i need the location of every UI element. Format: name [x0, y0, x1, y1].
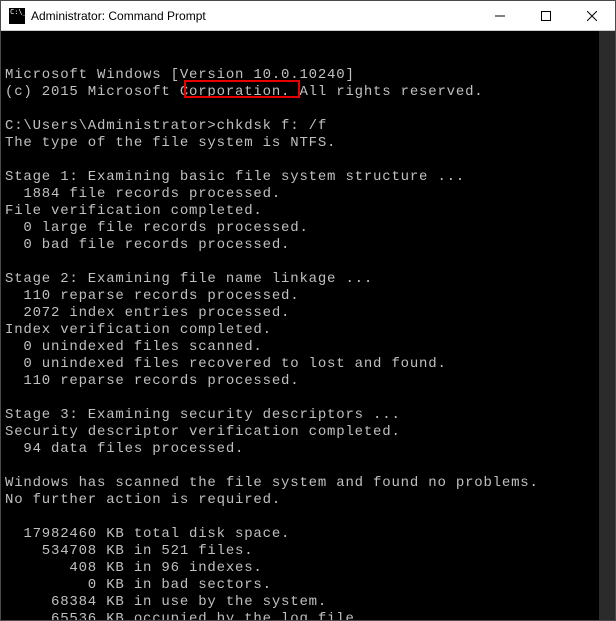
terminal-line: Stage 1: Examining basic file system str…	[5, 169, 615, 186]
terminal-line: 68384 KB in use by the system.	[5, 594, 615, 611]
terminal-line: Security descriptor verification complet…	[5, 424, 615, 441]
terminal-line: 110 reparse records processed.	[5, 288, 615, 305]
terminal-line	[5, 152, 615, 169]
maximize-button[interactable]	[523, 1, 569, 30]
prompt: C:\Users\Administrator>	[5, 118, 217, 134]
cmd-icon	[9, 8, 25, 24]
terminal-line: 110 reparse records processed.	[5, 373, 615, 390]
terminal-line: Stage 2: Examining file name linkage ...	[5, 271, 615, 288]
terminal-line: 0 unindexed files scanned.	[5, 339, 615, 356]
window-title: Administrator: Command Prompt	[31, 9, 477, 23]
terminal-line: 408 KB in 96 indexes.	[5, 560, 615, 577]
terminal-line	[5, 101, 615, 118]
terminal-line: Microsoft Windows [Version 10.0.10240]	[5, 67, 615, 84]
terminal-line: Windows has scanned the file system and …	[5, 475, 615, 492]
terminal-line: 0 bad file records processed.	[5, 237, 615, 254]
terminal-line: Stage 3: Examining security descriptors …	[5, 407, 615, 424]
terminal-line: 65536 KB occupied by the log file.	[5, 611, 615, 620]
terminal-line: 2072 index entries processed.	[5, 305, 615, 322]
scrollbar[interactable]	[599, 31, 615, 620]
terminal-line: (c) 2015 Microsoft Corporation. All righ…	[5, 84, 615, 101]
window-controls	[477, 1, 615, 30]
close-button[interactable]	[569, 1, 615, 30]
titlebar: Administrator: Command Prompt	[1, 1, 615, 31]
minimize-button[interactable]	[477, 1, 523, 30]
terminal-line: 0 KB in bad sectors.	[5, 577, 615, 594]
terminal-line: 1884 file records processed.	[5, 186, 615, 203]
terminal-line	[5, 458, 615, 475]
terminal-line	[5, 390, 615, 407]
terminal-line: No further action is required.	[5, 492, 615, 509]
terminal-line: 534708 KB in 521 files.	[5, 543, 615, 560]
terminal-line	[5, 254, 615, 271]
terminal-line	[5, 509, 615, 526]
terminal-line: 0 unindexed files recovered to lost and …	[5, 356, 615, 373]
terminal-line: 0 large file records processed.	[5, 220, 615, 237]
terminal-output[interactable]: Microsoft Windows [Version 10.0.10240](c…	[1, 31, 615, 620]
terminal-line: 94 data files processed.	[5, 441, 615, 458]
terminal-line: Index verification completed.	[5, 322, 615, 339]
terminal-line: The type of the file system is NTFS.	[5, 135, 615, 152]
terminal-line: File verification completed.	[5, 203, 615, 220]
terminal-line: C:\Users\Administrator>chkdsk f: /f	[5, 118, 615, 135]
command-input: chkdsk f: /f	[217, 118, 327, 134]
terminal-line: 17982460 KB total disk space.	[5, 526, 615, 543]
